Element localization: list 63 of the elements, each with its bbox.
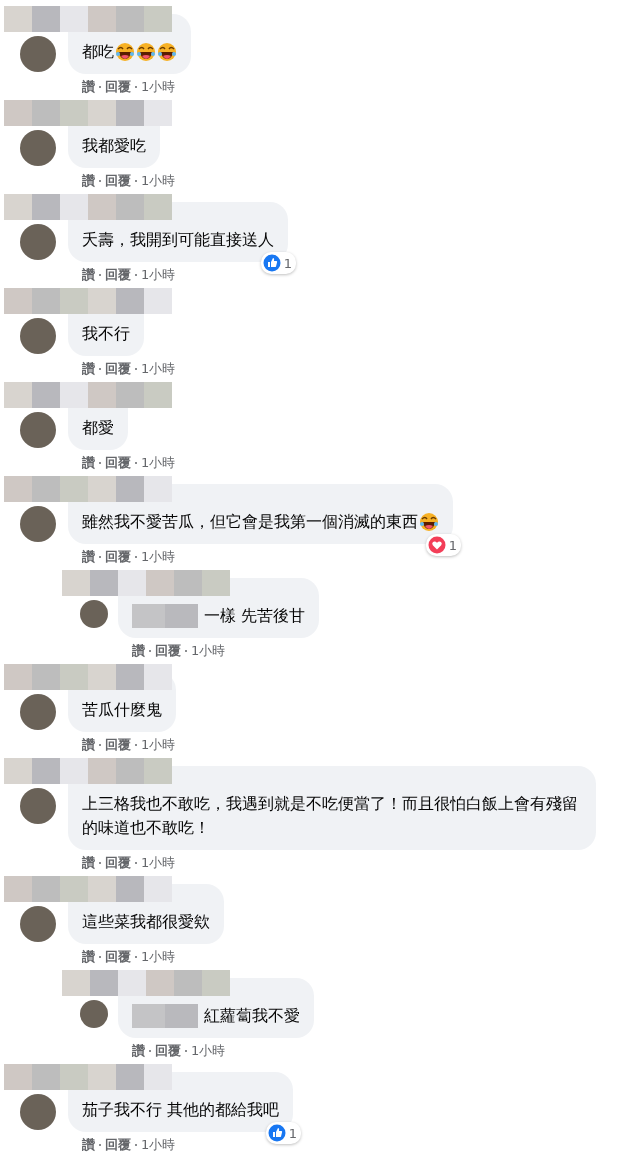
comment-text: 上三格我也不敢吃，我遇到就是不吃便當了！而且很怕白飯上會有殘留的味道也不敢吃！ [82,793,579,839]
like-link[interactable]: 讚 [132,1042,145,1059]
timestamp: 1小時 [141,548,176,565]
reply-link[interactable]: 回覆 [105,360,131,377]
avatar[interactable] [20,412,56,448]
timestamp: 1小時 [191,1042,226,1059]
reply-link[interactable]: 回覆 [105,548,131,565]
avatar[interactable] [80,600,108,628]
reply-link[interactable]: 回覆 [105,1136,131,1153]
comment-text: 這些菜我都很愛欸 [82,911,210,933]
reply-link[interactable]: 回覆 [105,78,131,95]
timestamp: 1小時 [191,642,226,659]
reaction-count[interactable]: 1 [265,1122,302,1144]
reply-link[interactable]: 回覆 [105,854,131,871]
comment-text: 夭壽，我開到可能直接送人 [82,229,274,251]
timestamp: 1小時 [141,360,176,377]
like-link[interactable]: 讚 [82,78,95,95]
avatar[interactable] [20,788,56,824]
timestamp: 1小時 [141,454,176,471]
like-link[interactable]: 讚 [82,736,95,753]
avatar[interactable] [20,1094,56,1130]
reply-link[interactable]: 回覆 [105,736,131,753]
reply-link[interactable]: 回覆 [105,172,131,189]
avatar[interactable] [20,36,56,72]
timestamp: 1小時 [141,854,176,871]
avatar[interactable] [80,1000,108,1028]
comment-text: 茄子我不行 其他的都給我吧 [82,1099,280,1121]
avatar[interactable] [20,694,56,730]
reply-link[interactable]: 回覆 [105,454,131,471]
like-link[interactable]: 讚 [82,266,95,283]
timestamp: 1小時 [141,736,176,753]
like-link[interactable]: 讚 [82,172,95,189]
like-link[interactable]: 讚 [82,360,95,377]
timestamp: 1小時 [141,172,176,189]
like-link[interactable]: 讚 [82,1136,95,1153]
avatar[interactable] [20,130,56,166]
like-link[interactable]: 讚 [82,454,95,471]
timestamp: 1小時 [141,266,176,283]
comment-text: 紅蘿蔔我不愛 [204,1005,300,1027]
comment-text: 雖然我不愛苦瓜，但它會是我第一個消滅的東西 [82,511,418,533]
avatar[interactable] [20,906,56,942]
avatar[interactable] [20,318,56,354]
reaction-count[interactable]: 1 [260,252,296,274]
timestamp: 1小時 [141,948,176,965]
reaction-count[interactable]: 1 [425,534,461,556]
reply-link[interactable]: 回覆 [155,642,181,659]
comment-text: 我都愛吃 [82,135,146,157]
like-link[interactable]: 讚 [82,548,95,565]
comment-text: 我不行 [82,323,130,345]
comment-text: 都吃 [82,41,114,63]
timestamp: 1小時 [141,78,176,95]
comment-text: 苦瓜什麼鬼 [82,699,162,721]
like-link[interactable]: 讚 [132,642,145,659]
avatar[interactable] [20,224,56,260]
reply-link[interactable]: 回覆 [105,266,131,283]
comment-text: 都愛 [82,417,114,439]
comment-text: 一樣 先苦後甘 [204,605,306,627]
timestamp: 1小時 [141,1136,176,1153]
like-link[interactable]: 讚 [82,948,95,965]
reply-link[interactable]: 回覆 [155,1042,181,1059]
avatar[interactable] [20,506,56,542]
like-link[interactable]: 讚 [82,854,95,871]
reply-link[interactable]: 回覆 [105,948,131,965]
